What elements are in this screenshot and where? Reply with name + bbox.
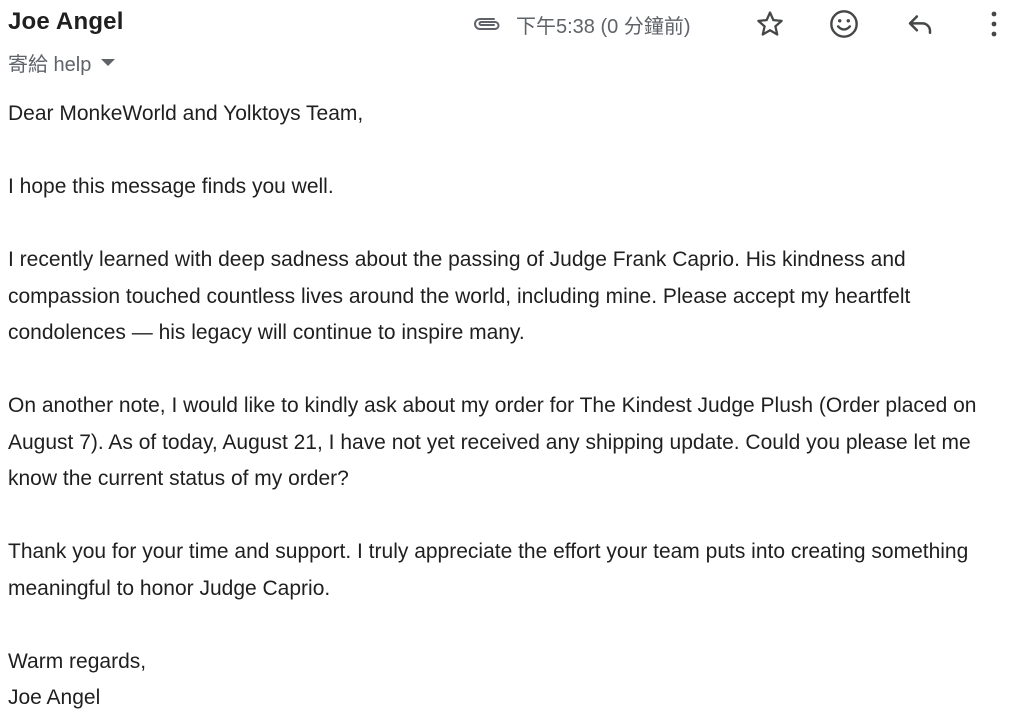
message-paragraph-4: Thank you for your time and support. I t… <box>8 540 969 600</box>
message-body: Dear MonkeWorld and Yolktoys Team, I hop… <box>8 96 1016 717</box>
message-paragraph-3: On another note, I would like to kindly … <box>8 394 977 490</box>
recipient-line[interactable]: 寄給 help <box>8 48 116 77</box>
message-meta: 下午5:38 (0 分鐘前) <box>472 6 690 42</box>
message-timestamp[interactable]: 下午5:38 (0 分鐘前) <box>516 10 690 39</box>
emoji-smile-icon[interactable] <box>826 6 862 42</box>
more-vert-icon[interactable] <box>976 6 1012 42</box>
message-greeting: Dear MonkeWorld and Yolktoys Team, <box>8 102 364 125</box>
message-closing: Warm regards, <box>8 649 147 673</box>
reply-icon[interactable] <box>902 6 938 42</box>
message-header: Joe Angel 下午5:38 (0 分鐘前) <box>8 6 1016 38</box>
message-signature: Joe Angel <box>8 686 101 709</box>
recipient-label: 寄給 help <box>8 54 92 76</box>
recipient-details-chevron-down-icon[interactable] <box>101 59 116 66</box>
paperclip-icon <box>472 14 502 34</box>
message-paragraph-1: I hope this message finds you well. <box>8 175 334 198</box>
sender-name[interactable]: Joe Angel <box>8 8 124 36</box>
message-paragraph-2: I recently learned with deep sadness abo… <box>8 248 911 344</box>
star-icon[interactable] <box>752 6 788 42</box>
